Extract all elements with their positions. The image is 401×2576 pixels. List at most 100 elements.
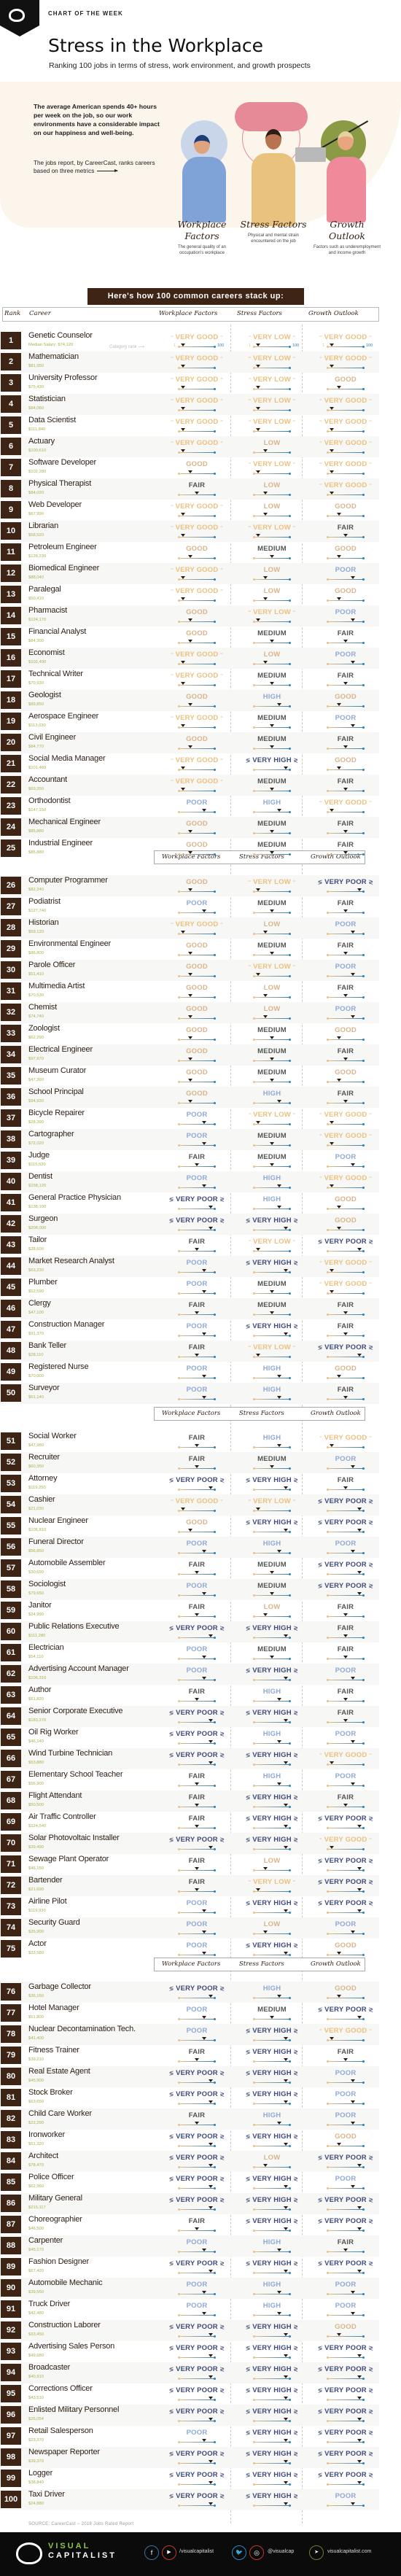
rank-marker-icon [343,830,348,833]
rank-badge: 87 [1,2216,21,2233]
rank-marker-icon [270,952,274,955]
rating-label: ≶ VERY POOR ≷ [160,2259,233,2267]
rating-label: FAIR [188,2048,206,2056]
rating-label: ≶ VERY POOR ≷ [160,1709,233,1717]
zigzag-rays-icon: ≷ [366,1900,374,1906]
category-rank-track [178,1290,216,1295]
category-rank-track [178,576,216,581]
median-salary: $67,990 [28,512,44,516]
rank-marker-icon [209,2143,213,2146]
zigzag-rays-icon: ≷ [291,2493,299,2499]
website-link[interactable]: visualcapitalist.com [327,2549,371,2554]
instagram-icon[interactable]: ◎ [249,2545,264,2560]
facebook-icon[interactable]: f [144,2545,159,2560]
career-name: Computer Programmer [28,876,108,885]
rating-label: ≶ VERY HIGH ≷ [235,2492,308,2500]
twitter-icon[interactable]: 🐦 [232,2545,246,2560]
growth-rating: FAIR [309,896,382,917]
rating-label: LOW [263,1857,281,1865]
median-salary: $63,230 [28,1268,44,1273]
growth-rating: ⁼ VERY GOOD ⁼ [309,478,382,500]
rank-marker-icon [343,1311,348,1314]
workplace-rating: GOOD [160,690,233,711]
rating-text: VERY POOR [324,2154,367,2162]
category-rank-track [178,344,216,348]
rating-label: FAIR [337,1301,354,1309]
rating-label: FAIR [188,1793,206,1801]
rank-marker-icon [351,2122,355,2125]
category-rank-track [178,888,216,893]
metric-description: Physical and mental strain encountered o… [247,233,300,244]
career-name: Software Developer [28,458,97,467]
rank-badge: 79 [1,2047,21,2064]
rating-label: ⁼ VERY GOOD ⁼ [160,418,233,426]
stress-rating: HIGH [235,2299,308,2320]
table-row: 81 Stock Broker $63,650 ≶ VERY POOR ≷ ≶ VERY… [0,2087,379,2108]
stress-rating: MEDIUM [235,1579,308,1600]
rating-label: ⁼ VERY GOOD ⁼ [309,1111,382,1119]
rating-label: ≶ VERY POOR ≷ [309,1497,382,1505]
zigzag-rays-icon: ≶ [245,2218,253,2224]
category-rank-track [178,2037,216,2041]
category-rank-track [253,1465,291,1470]
median-salary: $88,040 [28,575,44,580]
zigzag-rays-icon: ≶ [245,1710,253,1716]
rank-marker-icon [337,1206,341,1209]
cursor-icon[interactable]: ➤ [309,2545,324,2560]
category-rank-track [178,2185,216,2189]
rating-label: GOOD [186,629,208,637]
zigzag-rays-icon: ≷ [291,1942,299,1949]
rank-marker-icon [277,2122,281,2125]
rating-label: POOR [335,608,357,616]
workplace-rating: GOOD [160,875,233,896]
glow-rays-icon: ⁼ [319,1133,324,1139]
workplace-rating: FAIR [160,1235,233,1256]
category-rank-track [327,2354,365,2359]
zigzag-rays-icon: ≶ [317,2154,325,2161]
rank-marker-icon [209,2206,213,2209]
category-rank-track [178,1761,216,1766]
table-row: 27 Podiatrist $127,740 POOR MEDIUM FAIR [0,896,379,917]
rating-label: POOR [335,1772,357,1780]
glow-rays-icon: ⁼ [170,440,176,446]
workplace-rating: POOR [160,2278,233,2299]
rank-marker-icon [195,492,199,494]
rank-badge: 7 [1,459,21,476]
rating-text: VERY HIGH [252,1476,292,1484]
zigzag-rays-icon: ≷ [366,2260,374,2267]
category-rank-track [253,449,291,454]
category-rank-track [253,1015,291,1020]
glow-rays-icon: ⁼ [290,355,296,362]
rank-badge: 91 [1,2300,21,2318]
career-name: Ironworker [28,2130,65,2139]
rank-badge: 95 [1,2385,21,2402]
rank-badge: 25 [1,839,21,857]
table-row: 40 Dentist $158,120 POOR HIGH ⁼ VERY GOOD ⁼ [0,1171,379,1192]
rating-label: ≶ VERY POOR ≷ [160,1195,233,1203]
rating-label: MEDIUM [257,1645,287,1653]
rank-badge: 63 [1,1686,21,1704]
rank-marker-icon [330,344,334,346]
rank-marker-icon [202,909,206,912]
median-salary: $208,000 [28,1226,47,1230]
zigzag-rays-icon: ≶ [245,2408,253,2415]
category-rank-track [178,1592,216,1597]
twitter-instagram-handle[interactable]: @visualcap [268,2549,294,2554]
facebook-youtube-handle[interactable]: /visualcapitalist [179,2549,214,2554]
stress-rating: ≶ VERY HIGH ≷ [235,1621,308,1642]
rating-label: MEDIUM [257,735,287,743]
median-salary: $45,900 [28,2079,44,2083]
rank-marker-icon [357,2460,362,2463]
career-name: Orthodontist [28,796,71,805]
rating-text: VERY HIGH [252,2429,292,2437]
workplace-rating: ≶ VERY POOR ≷ [160,2172,233,2193]
rating-label: HIGH [262,1174,281,1182]
rank-marker-icon [202,2439,206,2442]
rank-marker-icon [181,576,185,579]
glow-rays-icon: ⁼ [218,921,224,928]
zigzag-rays-icon: ≶ [317,1583,325,1589]
youtube-icon[interactable]: ▶ [162,2545,176,2560]
stress-rating: MEDIUM [235,838,308,859]
median-salary: $70,530 [28,993,44,998]
rating-text: VERY POOR [176,2323,218,2331]
